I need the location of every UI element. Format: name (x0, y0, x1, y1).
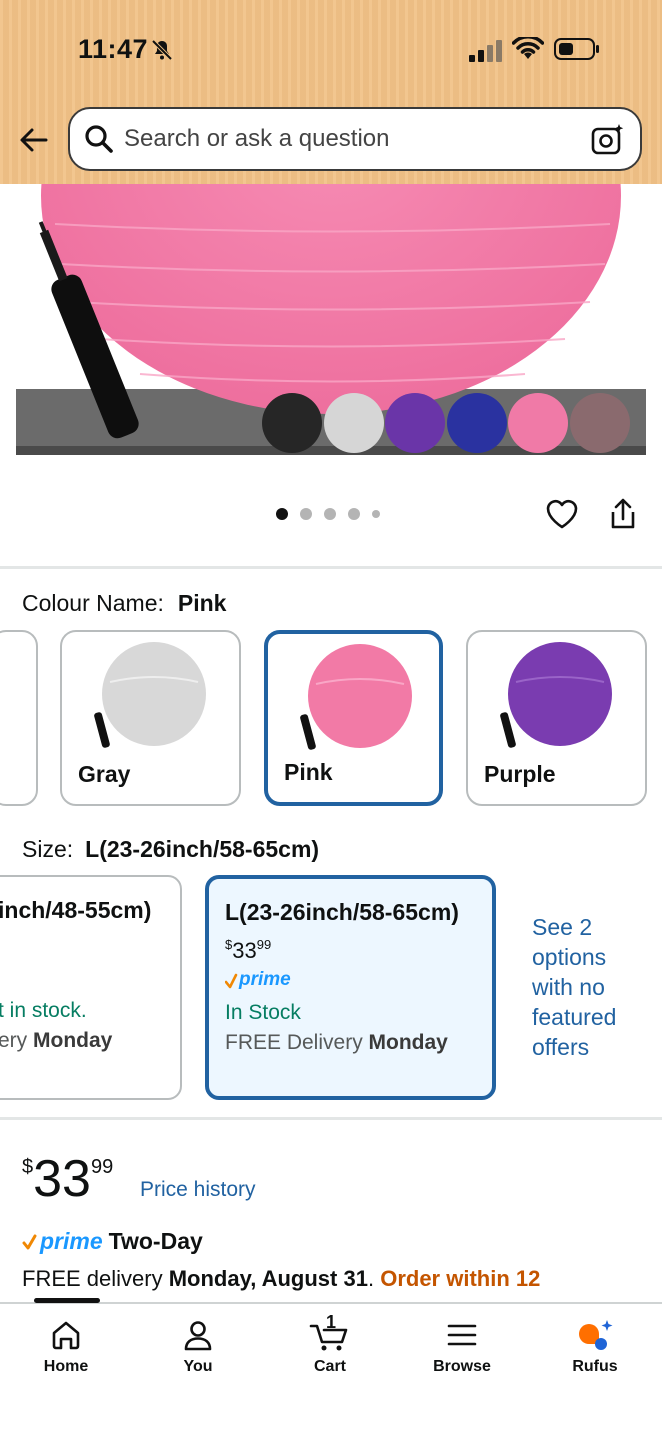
prime-text: prime (239, 969, 291, 990)
size-option-title: inch/48-55cm) (0, 897, 152, 923)
size-option-stock: In Stock (225, 1001, 301, 1024)
colour-swatch-pink[interactable]: Pink (264, 630, 443, 806)
size-option-delivery: ery Monday (0, 1029, 113, 1052)
camera-lens-icon[interactable] (590, 122, 626, 158)
size-option-stock: t in stock. (0, 999, 87, 1022)
nav-browse[interactable]: Browse (412, 1318, 512, 1376)
nav-cart[interactable]: 1 Cart (280, 1312, 380, 1376)
delivery-info: FREE delivery Monday, August 31. Order w… (22, 1266, 541, 1291)
see-options-link[interactable]: See 2 options with no featured offers (532, 912, 642, 1062)
nav-home[interactable]: Home (16, 1318, 116, 1376)
header: 11:47 (0, 0, 662, 184)
wifi-icon (512, 37, 544, 59)
carousel-dot[interactable] (276, 508, 288, 520)
colour-label: Colour Name: (22, 590, 164, 616)
gray-ball-image (94, 642, 206, 748)
order-within-text: Order within 12 (380, 1266, 541, 1291)
bottom-navigation: Home You 1 Cart Browse Rufus (0, 1298, 662, 1440)
prime-logo: prime (224, 969, 291, 996)
section-divider (0, 566, 662, 569)
battery-icon (554, 38, 599, 60)
carousel-dot[interactable] (300, 508, 312, 520)
size-option-m[interactable]: inch/48-55cm) t in stock. ery Monday (0, 875, 182, 1100)
prime-check-icon (22, 1234, 37, 1249)
bell-muted-icon (151, 39, 173, 61)
size-row: Size: L(23-26inch/58-65cm) (22, 836, 319, 863)
cellular-signal-icon (469, 40, 502, 62)
price-history-link[interactable]: Price history (140, 1178, 256, 1202)
menu-icon (447, 1324, 477, 1346)
rufus-icon (579, 1320, 613, 1350)
pink-ball-image (300, 644, 412, 750)
colour-swatch-purple[interactable]: Purple (466, 630, 647, 806)
active-tab-indicator (34, 1298, 100, 1303)
product-image[interactable] (0, 184, 662, 474)
share-icon[interactable] (606, 496, 640, 532)
person-icon (184, 1321, 212, 1351)
swatch-label: Pink (284, 759, 333, 785)
prime-text: prime (40, 1228, 103, 1254)
swatch-label: Purple (484, 761, 556, 787)
section-divider (0, 1117, 662, 1120)
carousel-dot[interactable] (372, 510, 380, 518)
heart-icon[interactable] (544, 496, 580, 532)
size-option-l[interactable]: L(23-26inch/58-65cm) $3399 prime In Stoc… (205, 875, 496, 1100)
size-option-title: L(23-26inch/58-65cm) (225, 899, 459, 925)
status-time: 11:47 (78, 34, 149, 64)
colour-swatch-gray[interactable]: Gray (60, 630, 241, 806)
colour-name-row: Colour Name: Pink (22, 590, 226, 617)
product-price: $ 33 99 (22, 1150, 114, 1208)
two-day-text: Two-Day (108, 1228, 203, 1254)
search-icon (85, 125, 113, 153)
search-input[interactable] (124, 122, 564, 156)
size-label: Size: (22, 836, 74, 862)
cart-badge: 1 (326, 1312, 337, 1332)
back-arrow-icon[interactable] (16, 122, 52, 158)
nav-rufus[interactable]: Rufus (545, 1318, 645, 1376)
prime-two-day: prime Two-Day (22, 1228, 203, 1255)
size-option-price: $3399 (225, 937, 272, 963)
search-bar[interactable] (68, 107, 642, 171)
carousel-dot[interactable] (348, 508, 360, 520)
purple-ball-image (500, 642, 612, 748)
carousel-dot[interactable] (324, 508, 336, 520)
size-option-delivery: FREE Delivery Monday (225, 1031, 448, 1054)
swatch-label: Gray (78, 761, 131, 787)
colour-swatch-partial[interactable] (0, 630, 38, 806)
nav-you[interactable]: You (148, 1318, 248, 1376)
image-carousel-dots[interactable] (276, 508, 380, 520)
home-icon (52, 1321, 80, 1350)
colour-selected-value: Pink (177, 590, 227, 616)
size-selected-value: L(23-26inch/58-65cm) (85, 836, 320, 862)
